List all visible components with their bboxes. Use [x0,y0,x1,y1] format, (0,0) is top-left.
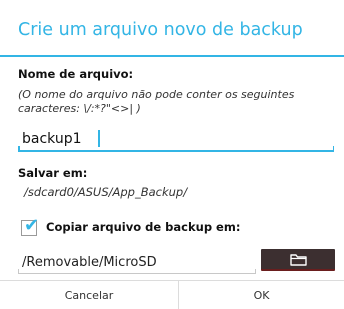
browse-folder-button[interactable] [261,249,335,271]
title-divider [0,55,344,57]
copy-destination-field[interactable]: /Removable/MicroSD [18,252,256,274]
backup-dialog: Crie um arquivo novo de backup Nome de a… [0,0,344,309]
checkmark-icon: ✔ [24,215,40,236]
cancel-button[interactable]: Cancelar [0,281,178,309]
copy-backup-checkbox-row[interactable]: ✔ Copiar arquivo de backup em: [18,215,318,238]
dialog-title: Crie um arquivo novo de backup [18,20,303,40]
filename-input-value[interactable]: backup1 [22,131,82,147]
filename-underline [18,146,334,152]
folder-icon [290,254,307,266]
copy-backup-checkbox[interactable]: ✔ [21,215,39,236]
filename-hint: (O nome do arquivo não pode conter os se… [18,88,295,115]
ok-button[interactable]: OK [178,281,344,309]
dialog-button-bar: Cancelar OK [0,280,344,309]
copy-destination-underline [18,269,256,274]
copy-backup-label[interactable]: Copiar arquivo de backup em: [46,220,240,234]
filename-field[interactable]: backup1 [18,128,334,152]
filename-label: Nome de arquivo: [18,67,134,81]
save-location-path: /sdcard0/ASUS/App_Backup/ [24,185,188,199]
text-cursor [98,130,100,147]
save-location-label: Salvar em: [18,166,88,180]
copy-destination-value[interactable]: /Removable/MicroSD [22,255,157,270]
